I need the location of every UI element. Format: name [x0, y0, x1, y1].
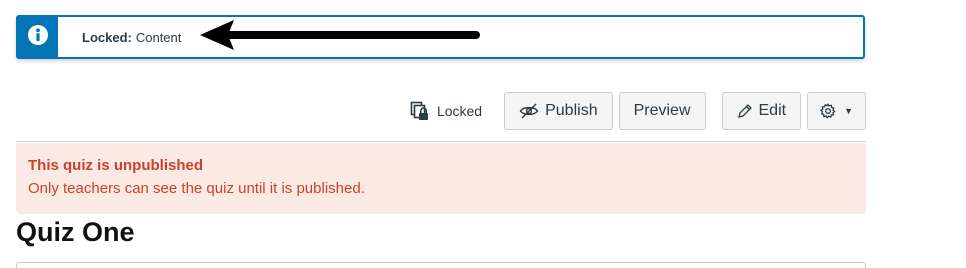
banner-message: Locked: Content [58, 17, 181, 57]
info-icon-cell [18, 17, 58, 57]
locked-status: Locked [410, 101, 482, 121]
unpublished-message: Only teachers can see the quiz until it … [28, 180, 365, 197]
eye-slash-icon [519, 103, 539, 119]
quiz-details-panel [16, 262, 866, 268]
edit-button[interactable]: Edit [721, 92, 802, 130]
preview-button[interactable]: Preview [618, 92, 706, 130]
unpublished-heading: This quiz is unpublished [28, 157, 203, 174]
preview-label: Preview [633, 102, 691, 119]
lock-copy-icon [410, 101, 430, 121]
publish-label: Publish [545, 102, 598, 119]
pencil-icon [737, 103, 753, 119]
quiz-page: Locked: Content Locked Publish Preview E… [0, 0, 966, 268]
banner-label: Locked: [82, 29, 132, 45]
edit-label: Edit [758, 102, 787, 119]
unpublished-alert: This quiz is unpublished Only teachers c… [16, 143, 866, 214]
info-icon [27, 24, 49, 51]
locked-label: Locked [436, 103, 483, 119]
quiz-toolbar: Locked Publish Preview Edit ▼ [410, 92, 866, 130]
toolbar-divider [16, 141, 866, 142]
annotation-arrow-icon [200, 20, 480, 50]
banner-value: Content [135, 29, 182, 45]
publish-button[interactable]: Publish [504, 92, 613, 130]
gear-icon [820, 103, 836, 119]
settings-menu-button[interactable]: ▼ [807, 92, 866, 130]
page-title: Quiz One [16, 217, 135, 247]
chevron-down-icon: ▼ [844, 106, 853, 116]
